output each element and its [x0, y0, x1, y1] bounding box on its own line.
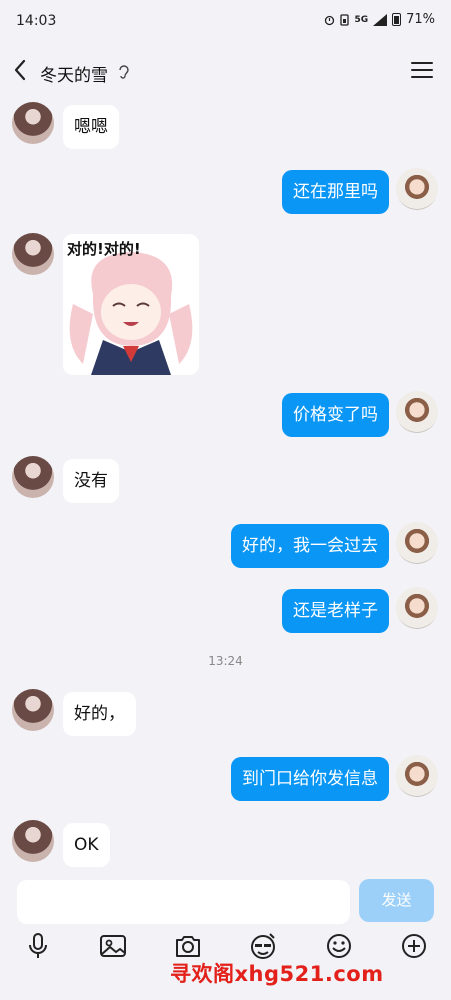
message-bubble-outgoing[interactable]: 还是老样子: [282, 589, 389, 633]
message-bubble-outgoing[interactable]: 好的，我一会过去: [231, 524, 389, 568]
signal-icon: [373, 13, 388, 26]
chat-header: 冬天的雪: [0, 46, 451, 96]
alarm-icon: [325, 15, 335, 25]
message-timestamp: 13:24: [208, 654, 243, 668]
my-avatar[interactable]: [396, 391, 438, 433]
sticker-caption: 对的!对的!: [67, 240, 141, 258]
contact-avatar[interactable]: [12, 820, 54, 862]
message-bubble-outgoing[interactable]: 还在那里吗: [282, 170, 389, 214]
emoji-icon[interactable]: [324, 931, 354, 961]
message-bubble-incoming[interactable]: OK: [63, 823, 110, 867]
message-bubble-incoming[interactable]: 嗯嗯: [63, 105, 119, 149]
message-bubble-outgoing[interactable]: 到门口给你发信息: [231, 757, 389, 801]
sticker-icon[interactable]: [248, 931, 278, 961]
message-bubble-incoming[interactable]: 没有: [63, 459, 119, 503]
anime-sticker-image: 对的!对的!: [63, 234, 199, 375]
my-avatar[interactable]: [396, 587, 438, 629]
send-button[interactable]: 发送: [359, 879, 434, 922]
status-time: 14:03: [16, 13, 57, 29]
message-bubble-incoming[interactable]: 好的，: [63, 692, 136, 736]
sticker-message[interactable]: 对的!对的!: [63, 234, 199, 375]
my-avatar[interactable]: [396, 755, 438, 797]
watermark-text: 寻欢阁xhg521.com: [170, 962, 384, 986]
message-bubble-outgoing[interactable]: 价格变了吗: [282, 393, 389, 437]
contact-avatar[interactable]: [12, 456, 54, 498]
add-icon[interactable]: [399, 931, 429, 961]
battery-level: 71%: [406, 12, 435, 27]
sim-icon: [340, 13, 350, 26]
network-type: 5G: [354, 14, 369, 25]
menu-icon[interactable]: [411, 62, 433, 80]
contact-avatar[interactable]: [12, 689, 54, 731]
earpiece-icon[interactable]: [117, 63, 131, 81]
image-icon[interactable]: [98, 931, 128, 961]
message-input[interactable]: [17, 880, 350, 924]
contact-name: 冬天的雪: [40, 66, 108, 86]
camera-icon[interactable]: [173, 931, 203, 961]
battery-icon: [392, 13, 402, 26]
my-avatar[interactable]: [396, 522, 438, 564]
contact-avatar[interactable]: [12, 102, 54, 144]
status-icons: 5G 71%: [324, 12, 435, 27]
my-avatar[interactable]: [396, 168, 438, 210]
microphone-icon[interactable]: [23, 931, 53, 961]
contact-avatar[interactable]: [12, 233, 54, 275]
back-arrow-icon[interactable]: [10, 56, 32, 84]
status-bar: 14:03 5G 71%: [0, 0, 451, 44]
